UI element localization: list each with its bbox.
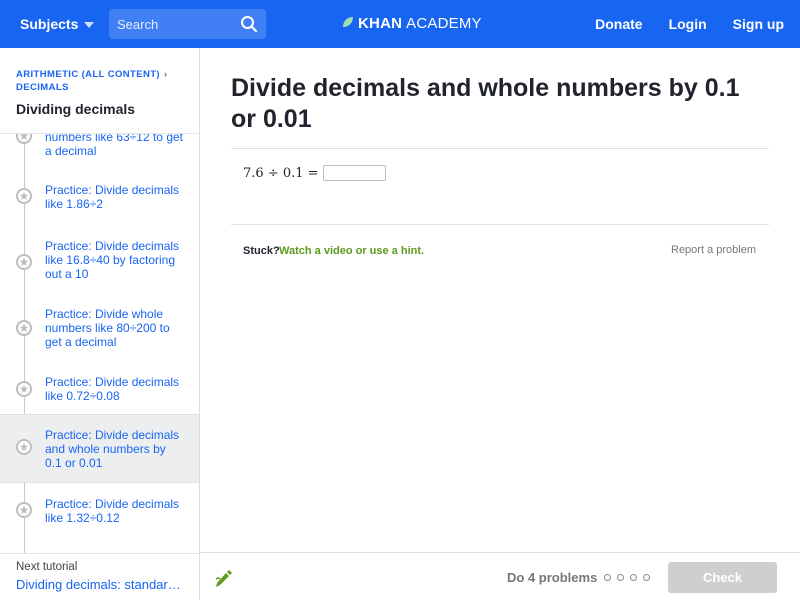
sidebar-item-divide-whole-to-decimal[interactable]: numbers like 63÷12 to get a decimal — [0, 133, 199, 164]
tutorial-sidebar: ARITHMETIC (ALL CONTENT) › DECIMALS Divid… — [0, 48, 200, 600]
caret-down-icon — [84, 22, 95, 28]
sidebar-item-divide-80-200[interactable]: Practice: Divide whole numbers like 80÷2… — [0, 306, 199, 358]
account-nav: Donate Login Sign up — [595, 16, 784, 32]
tutorial-title: Dividing decimals — [16, 101, 136, 117]
progress-dot — [643, 574, 650, 581]
subjects-menu[interactable]: Subjects — [20, 16, 95, 32]
sidebar-item-label: Practice: Divide whole numbers like 80÷2… — [45, 307, 170, 349]
progress-dot — [630, 574, 637, 581]
breadcrumb: ARITHMETIC (ALL CONTENT) › DECIMALS — [16, 68, 192, 94]
sidebar-item-label: Practice: Divide decimals like 16.8÷40 b… — [45, 239, 180, 281]
search-box — [109, 9, 266, 39]
problem-expression: 7.6 ÷ 0.1 = — [243, 165, 319, 181]
hint-link[interactable]: Watch a video or use a hint. — [279, 245, 424, 257]
search-input[interactable] — [117, 16, 237, 32]
breadcrumb-decimals[interactable]: DECIMALS — [16, 82, 69, 93]
next-tutorial-link[interactable]: Dividing decimals: standard algorithm — [16, 577, 186, 592]
report-problem-link[interactable]: Report a problem — [671, 244, 756, 256]
star-icon — [16, 502, 32, 518]
chevron-right-icon: › — [164, 69, 168, 80]
sidebar-item-divide-by-0-1-active[interactable]: Practice: Divide decimals and whole numb… — [0, 414, 199, 483]
search-icon[interactable] — [240, 15, 258, 38]
star-icon — [16, 254, 32, 270]
logo-academy-text: ACADEMY — [406, 15, 482, 32]
sidebar-item-divide-0-72[interactable]: Practice: Divide decimals like 0.72÷0.08 — [0, 374, 199, 414]
subjects-label: Subjects — [20, 16, 79, 32]
divider — [231, 148, 769, 149]
logo-khan-text: KHAN — [358, 15, 403, 32]
top-nav-bar: Subjects KHANACADEMY Donate Login Sign u… — [0, 0, 800, 48]
next-tutorial-label: Next tutorial — [16, 561, 78, 573]
divider — [231, 224, 769, 225]
tutorial-item-list[interactable]: numbers like 63÷12 to get a decimal Prac… — [0, 133, 200, 553]
exercise-footer: Do 4 problems Check — [200, 552, 800, 600]
sidebar-item-label: Practice: Divide decimals and whole numb… — [45, 428, 180, 470]
stuck-label: Stuck? — [243, 245, 280, 257]
exercise-panel: Divide decimals and whole numbers by 0.1… — [200, 48, 800, 552]
progress-dot — [617, 574, 624, 581]
star-icon — [16, 188, 32, 204]
check-answer-button[interactable]: Check — [668, 562, 777, 593]
sidebar-item-divide-1-86[interactable]: Practice: Divide decimals like 1.86÷2 — [0, 182, 199, 222]
progress-dot — [604, 574, 611, 581]
sidebar-item-divide-16-8[interactable]: Practice: Divide decimals like 16.8÷40 b… — [0, 237, 199, 289]
login-link[interactable]: Login — [669, 16, 707, 32]
sidebar-item-label: Practice: Divide decimals like 1.86÷2 — [45, 183, 180, 211]
problem-statement: 7.6 ÷ 0.1 = — [243, 165, 386, 181]
leaf-logo-icon — [342, 15, 354, 32]
problem-progress-dots — [604, 574, 650, 581]
answer-input[interactable] — [322, 165, 386, 181]
breadcrumb-arithmetic[interactable]: ARITHMETIC (ALL CONTENT) — [16, 69, 160, 80]
khan-academy-logo[interactable]: KHAN ACADEMY — [342, 15, 482, 32]
scratchpad-pencil-icon[interactable] — [214, 568, 234, 593]
sidebar-item-label: Practice: Divide decimals like 0.72÷0.08 — [45, 375, 180, 403]
exercise-title: Divide decimals and whole numbers by 0.1… — [231, 74, 740, 133]
star-icon — [16, 320, 32, 336]
next-tutorial-section: Next tutorial Dividing decimals: standar… — [0, 553, 199, 600]
problem-goal-text: Do 4 problems — [507, 570, 598, 585]
signup-link[interactable]: Sign up — [733, 16, 784, 32]
sidebar-item-label: numbers like 63÷12 to get a decimal — [45, 133, 183, 158]
star-icon — [16, 134, 32, 144]
sidebar-item-label: Practice: Divide decimals like 1.32÷0.12 — [45, 497, 180, 525]
donate-link[interactable]: Donate — [595, 16, 642, 32]
star-icon — [16, 381, 32, 397]
sidebar-item-divide-1-32[interactable]: Practice: Divide decimals like 1.32÷0.12 — [0, 496, 199, 536]
star-icon — [16, 439, 32, 455]
